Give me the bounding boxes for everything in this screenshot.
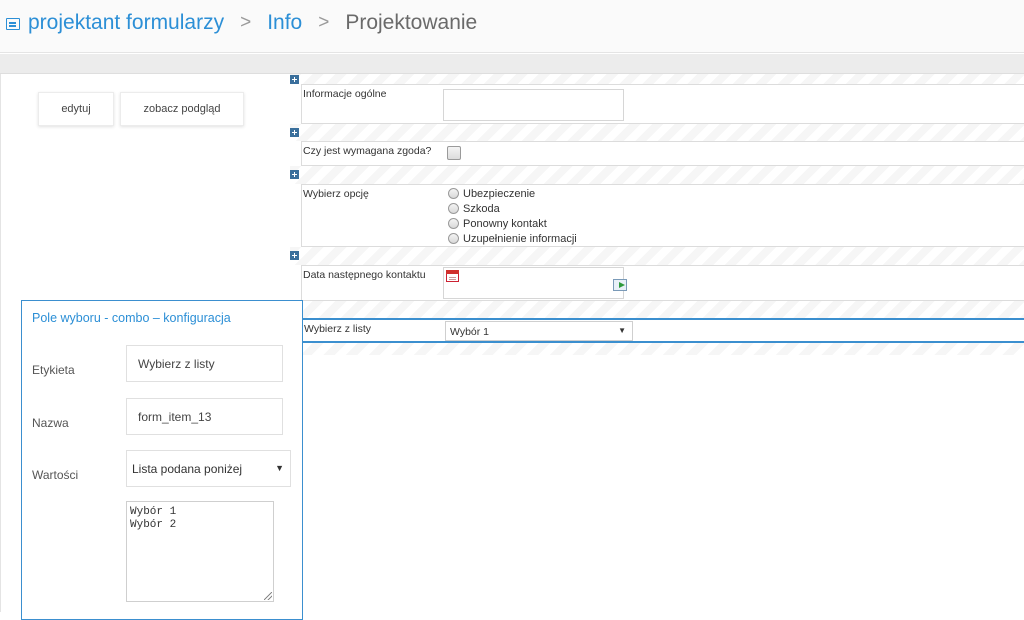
radio-option[interactable]: Ubezpieczenie <box>448 186 577 201</box>
field-label: Data następnego kontaktu <box>303 269 426 281</box>
field-label: Wybierz opcję <box>303 188 369 200</box>
calendar-icon[interactable] <box>446 270 459 282</box>
config-panel: Pole wyboru - combo – konfiguracja Etyki… <box>21 300 303 620</box>
radio-button[interactable] <box>448 188 459 199</box>
consent-checkbox[interactable] <box>447 146 461 160</box>
plus-icon[interactable] <box>290 251 299 260</box>
plus-icon[interactable] <box>290 75 299 84</box>
drop-zone[interactable] <box>290 247 1024 265</box>
select-value: Wybór 1 <box>450 326 490 338</box>
values-select-value: Lista podana poniżej <box>132 462 243 476</box>
resize-handle-icon[interactable] <box>264 592 272 600</box>
values-textarea[interactable]: Wybór 1 Wybór 2 <box>126 501 274 602</box>
radio-button[interactable] <box>448 218 459 229</box>
drop-zone[interactable] <box>290 343 1024 355</box>
radio-button[interactable] <box>448 203 459 214</box>
radio-option[interactable]: Uzupełnienie informacji <box>448 231 577 246</box>
name-field-label: Nazwa <box>32 416 69 430</box>
radio-option[interactable]: Szkoda <box>448 201 577 216</box>
radio-label: Szkoda <box>463 202 500 215</box>
values-field-label: Wartości <box>32 468 79 482</box>
form-icon <box>6 18 20 30</box>
toolbar-band <box>0 54 1024 74</box>
preview-button[interactable]: zobacz podgląd <box>120 92 244 126</box>
radio-option[interactable]: Ponowny kontakt <box>448 216 577 231</box>
edit-button[interactable]: edytuj <box>38 92 114 126</box>
go-arrow-icon[interactable] <box>613 279 627 291</box>
form-field-general-info[interactable]: Informacje ogólne <box>301 84 1024 124</box>
breadcrumb-info-link[interactable]: Info <box>267 11 302 35</box>
chevron-down-icon: ▼ <box>275 463 284 473</box>
drop-zone[interactable] <box>290 166 1024 184</box>
field-label: Wybierz z listy <box>304 323 371 335</box>
form-field-next-contact-date[interactable]: Data następnego kontaktu <box>301 265 1024 301</box>
drop-zone[interactable] <box>290 301 1024 318</box>
breadcrumb: projektant formularzy > Info > Projektow… <box>6 11 477 35</box>
plus-icon[interactable] <box>290 128 299 137</box>
drop-zone[interactable] <box>290 74 1024 84</box>
radio-group: Ubezpieczenie Szkoda Ponowny kontakt Uzu… <box>448 186 577 246</box>
breadcrumb-separator: > <box>318 12 330 33</box>
values-select[interactable]: Lista podana poniżej ▼ <box>126 450 291 487</box>
breadcrumb-root-link[interactable]: projektant formularzy <box>28 11 224 35</box>
values-line: Wybór 2 <box>130 519 177 531</box>
select-list-dropdown[interactable]: Wybór 1 ▼ <box>445 321 633 341</box>
form-field-select-list[interactable]: Wybierz z listy Wybór 1 ▼ <box>301 318 1024 343</box>
breadcrumb-separator: > <box>240 12 252 33</box>
radio-label: Uzupełnienie informacji <box>463 232 577 245</box>
breadcrumb-current: Projektowanie <box>345 11 478 34</box>
general-info-input[interactable] <box>443 89 624 121</box>
drop-zone[interactable] <box>290 124 1024 141</box>
form-field-consent[interactable]: Czy jest wymagana zgoda? <box>301 141 1024 166</box>
radio-label: Ponowny kontakt <box>463 217 547 230</box>
panel-title: Pole wyboru - combo – konfiguracja <box>32 311 231 325</box>
header: projektant formularzy > Info > Projektow… <box>0 0 1024 53</box>
name-input[interactable]: form_item_13 <box>126 398 283 435</box>
field-label: Czy jest wymagana zgoda? <box>303 145 432 157</box>
form-field-option[interactable]: Wybierz opcję Ubezpieczenie Szkoda Ponow… <box>301 184 1024 247</box>
radio-button[interactable] <box>448 233 459 244</box>
field-label: Informacje ogólne <box>303 88 387 100</box>
label-input[interactable]: Wybierz z listy <box>126 345 283 382</box>
label-field-label: Etykieta <box>32 363 75 377</box>
radio-label: Ubezpieczenie <box>463 187 536 200</box>
date-input[interactable] <box>443 267 624 299</box>
values-line: Wybór 1 <box>130 506 177 518</box>
chevron-down-icon: ▼ <box>618 326 626 335</box>
plus-icon[interactable] <box>290 170 299 179</box>
